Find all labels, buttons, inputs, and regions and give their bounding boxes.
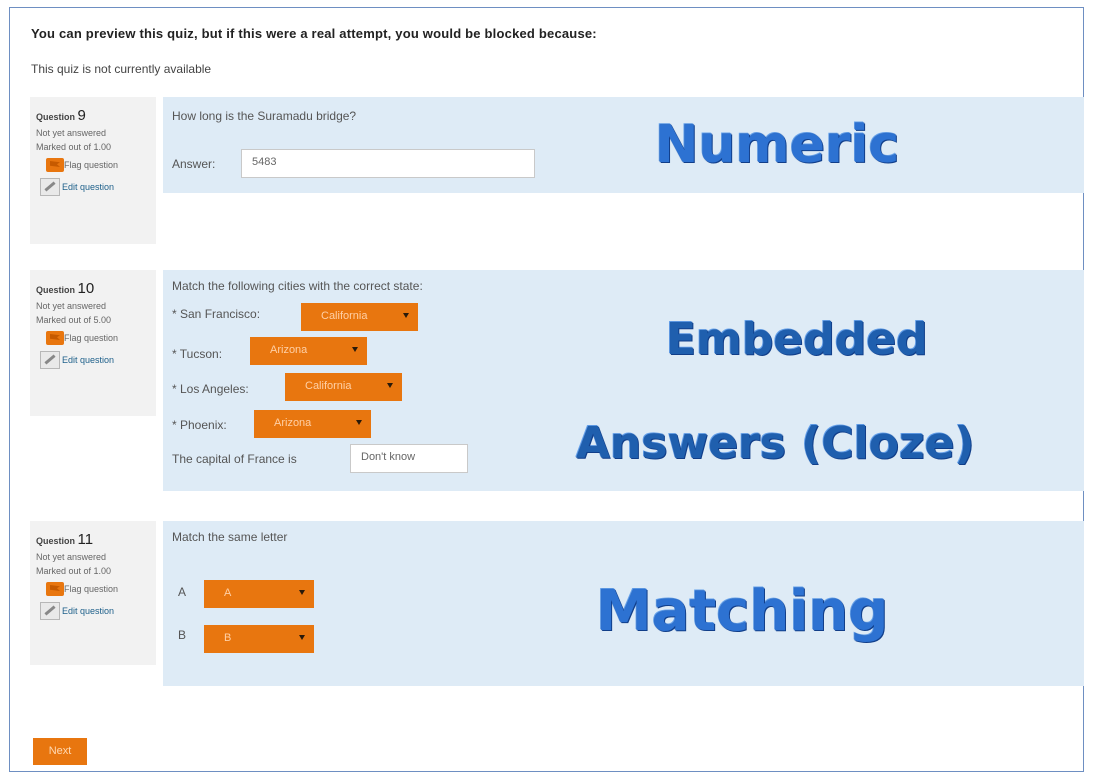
preview-warning-title: You can preview this quiz, but if this w… (31, 26, 597, 41)
flag-icon (46, 331, 64, 345)
question-prompt: Match the same letter (172, 530, 288, 544)
flag-question-label: Flag question (64, 160, 119, 170)
question-prompt: How long is the Suramadu bridge? (172, 109, 357, 123)
question-status: Not yet answered (36, 301, 107, 311)
question-status: Not yet answered (36, 552, 107, 562)
answer-input[interactable]: 5483 (241, 149, 535, 178)
flag-question-toggle[interactable]: Flag question (36, 331, 150, 345)
flag-question-toggle[interactable]: Flag question (36, 158, 150, 172)
cloze-item-label: * San Francisco: (172, 307, 261, 321)
edit-question-label: Edit question (62, 182, 115, 192)
overlay-label-matching: Matching (596, 579, 889, 644)
flag-question-toggle[interactable]: Flag question (36, 582, 150, 596)
edit-question-link[interactable]: Edit question (36, 178, 150, 196)
question-11-info: Question 11 Not yet answered Marked out … (30, 521, 156, 665)
chevron-down-icon (352, 347, 358, 352)
edit-question-label: Edit question (62, 606, 115, 616)
capital-input[interactable]: Don't know (350, 444, 468, 473)
edit-question-link[interactable]: Edit question (36, 602, 150, 620)
edit-question-link[interactable]: Edit question (36, 351, 150, 369)
answer-label: Answer: (172, 157, 216, 171)
question-9-info: Question 9 Not yet answered Marked out o… (30, 97, 156, 244)
question-prompt: Match the following cities with the corr… (172, 279, 423, 293)
overlay-label-cloze: Answers (Cloze) (576, 418, 975, 469)
chevron-down-icon (356, 420, 362, 425)
question-9-content: How long is the Suramadu bridge? Answer:… (163, 97, 1084, 193)
edit-icon (40, 351, 60, 369)
question-status: Not yet answered (36, 128, 107, 138)
question-marks: Marked out of 1.00 (36, 142, 112, 152)
chevron-down-icon (403, 313, 409, 318)
question-11-content: Match the same letter A A B B Matching (163, 521, 1084, 686)
overlay-label-embedded: Embedded (666, 314, 928, 365)
cloze-select[interactable]: Arizona (254, 410, 371, 438)
flag-question-label: Flag question (64, 333, 119, 343)
question-10-info: Question 10 Not yet answered Marked out … (30, 270, 156, 416)
match-select[interactable]: B (204, 625, 314, 653)
edit-icon (40, 178, 60, 196)
edit-icon (40, 602, 60, 620)
cloze-select[interactable]: Arizona (250, 337, 367, 365)
overlay-label-numeric: Numeric (655, 115, 900, 175)
preview-warning-message: This quiz is not currently available (31, 62, 212, 76)
question-number: Question 9 (36, 107, 86, 124)
match-select[interactable]: A (204, 580, 314, 608)
question-number: Question 10 (36, 280, 95, 297)
capital-label: The capital of France is (172, 452, 297, 466)
edit-question-label: Edit question (62, 355, 115, 365)
question-marks: Marked out of 5.00 (36, 315, 112, 325)
cloze-item-label: * Tucson: (172, 347, 223, 361)
cloze-select[interactable]: California (301, 303, 418, 331)
cloze-item-label: * Phoenix: (172, 418, 227, 432)
question-marks: Marked out of 1.00 (36, 566, 112, 576)
chevron-down-icon (299, 590, 305, 595)
question-number: Question 11 (36, 531, 94, 548)
flag-icon (46, 158, 64, 172)
chevron-down-icon (387, 383, 393, 388)
cloze-item-label: * Los Angeles: (172, 382, 249, 396)
match-item-label: A (178, 585, 187, 599)
chevron-down-icon (299, 635, 305, 640)
flag-question-label: Flag question (64, 584, 119, 594)
flag-icon (46, 582, 64, 596)
next-button[interactable]: Next (33, 738, 87, 765)
match-item-label: B (178, 628, 187, 642)
cloze-select[interactable]: California (285, 373, 402, 401)
question-10-content: Match the following cities with the corr… (163, 270, 1084, 491)
